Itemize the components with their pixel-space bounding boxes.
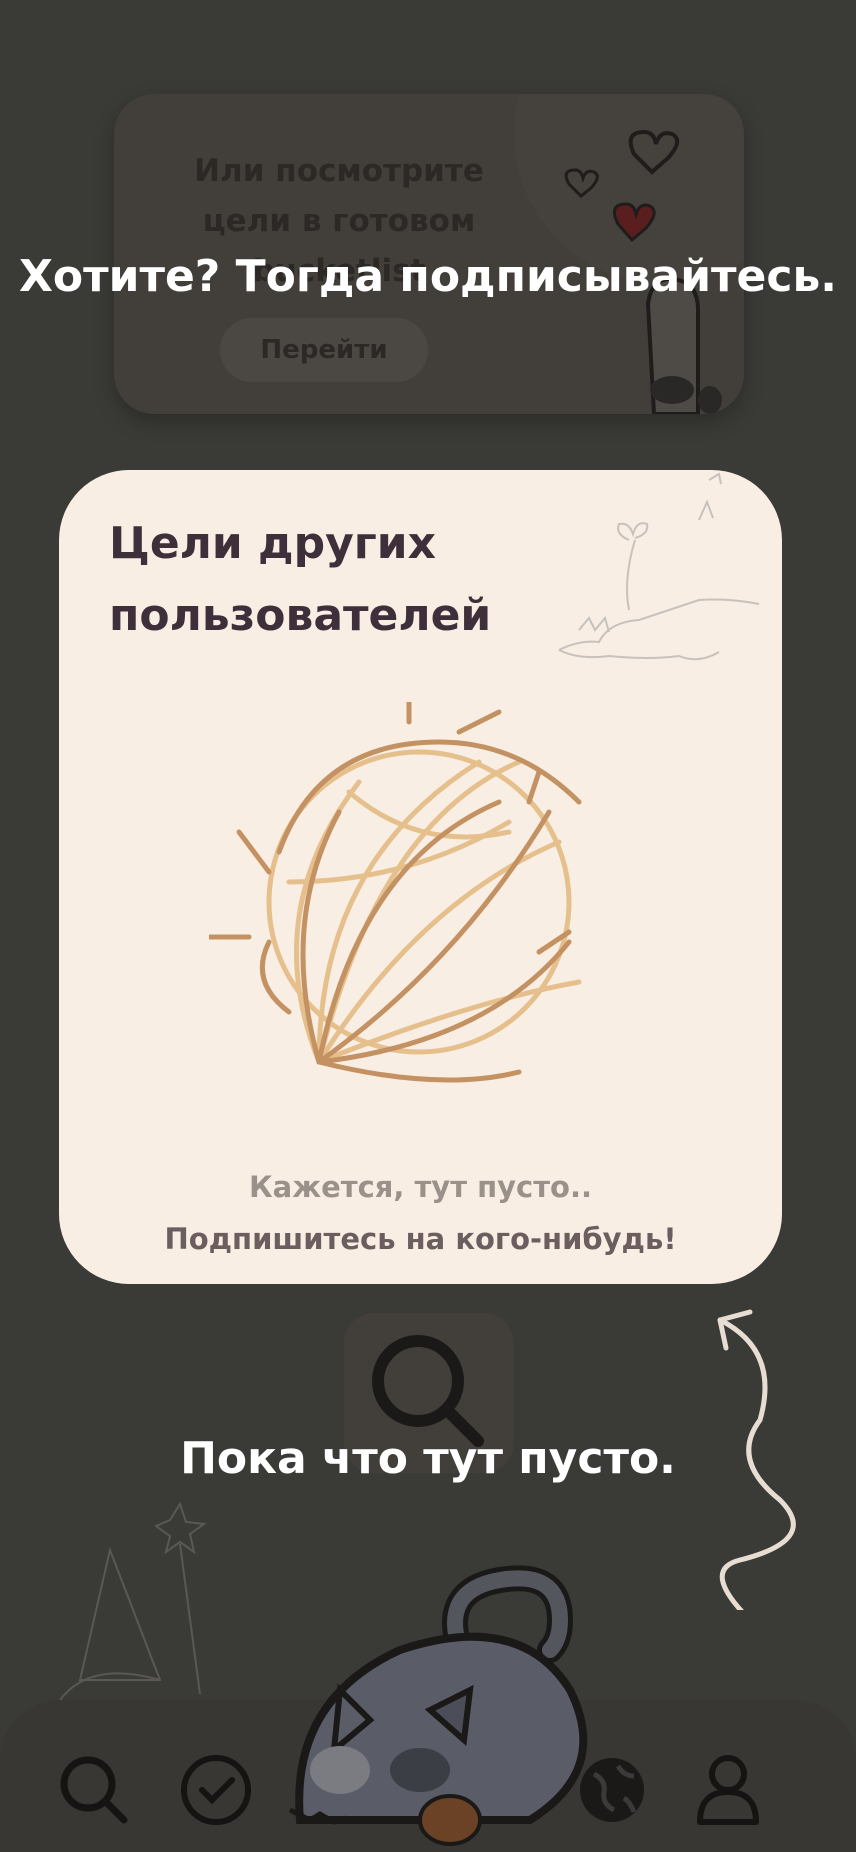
- empty-state-message: Кажется, тут пусто..: [248, 1170, 593, 1204]
- tumbleweed-illustration: [209, 702, 582, 1083]
- wizard-cat-doodle: [59, 1501, 207, 1701]
- globe-icon[interactable]: [574, 1752, 650, 1828]
- profile-icon[interactable]: [690, 1752, 766, 1828]
- bucketlist-button-label: Перейти: [260, 335, 388, 365]
- other-users-goals-card: Цели других пользователей Кажется, тут п…: [59, 470, 782, 1284]
- subscribe-prompt: Подпишитесь на кого-нибудь!: [164, 1222, 677, 1256]
- subscribe-hint: Хотите? Тогда подписывайтесь.: [18, 251, 838, 302]
- search-icon[interactable]: [56, 1752, 132, 1828]
- cat-doodle-illustration: [558, 472, 760, 661]
- empty-hint: Пока что тут пусто.: [180, 1433, 676, 1484]
- sleeping-cat-illustration: [288, 1565, 588, 1846]
- card-title: Цели других пользователей: [109, 518, 492, 641]
- check-circle-icon[interactable]: [178, 1752, 254, 1828]
- bucketlist-button[interactable]: Перейти: [220, 318, 428, 382]
